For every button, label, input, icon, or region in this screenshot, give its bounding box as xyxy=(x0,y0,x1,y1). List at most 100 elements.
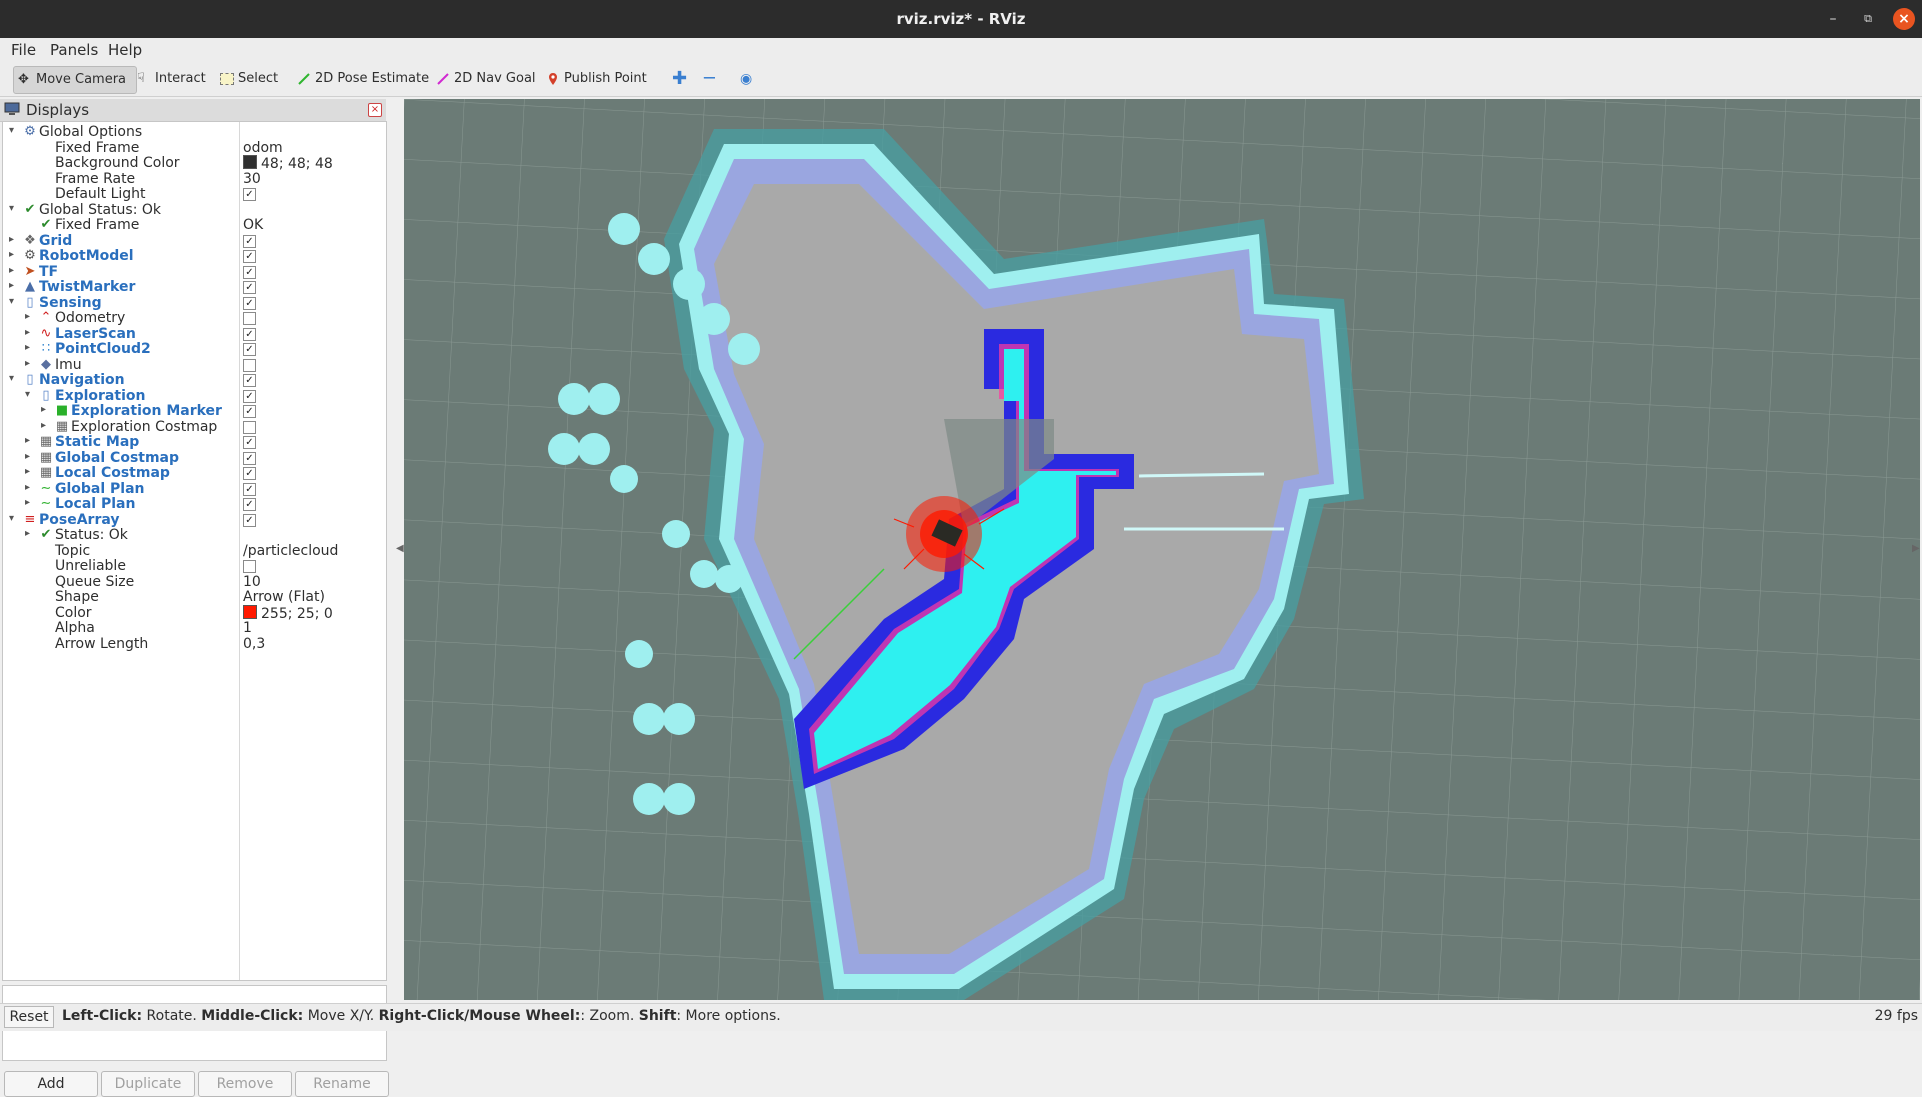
expand-closed-icon[interactable]: ▸ xyxy=(25,435,30,446)
interact-label: Interact xyxy=(155,71,206,86)
move-camera-icon: ✥ xyxy=(18,72,29,87)
visibility-checkbox[interactable]: ✓ xyxy=(243,374,256,387)
path-icon: ∼ xyxy=(40,496,52,511)
duplicate-button[interactable]: Duplicate xyxy=(101,1071,195,1097)
expand-closed-icon[interactable]: ▸ xyxy=(25,358,30,369)
nav-goal-button[interactable]: 2D Nav Goal xyxy=(432,66,540,92)
expand-closed-icon[interactable]: ▸ xyxy=(25,311,30,322)
folder-icon: ▯ xyxy=(26,372,34,387)
visibility-checkbox[interactable]: ✓ xyxy=(243,451,256,465)
expand-open-icon[interactable]: ▾ xyxy=(25,389,30,400)
visibility-checkbox[interactable]: ✓ xyxy=(243,327,256,341)
posearray-icon: ≡ xyxy=(24,511,36,527)
pose-estimate-button[interactable]: 2D Pose Estimate xyxy=(293,66,433,92)
expand-closed-icon[interactable]: ▸ xyxy=(25,482,30,493)
visibility-checkbox[interactable]: ✓ xyxy=(243,405,256,418)
expand-closed-icon[interactable]: ▸ xyxy=(25,342,30,353)
cloud-icon: ∷ xyxy=(41,341,51,356)
fps-counter: 29 fps xyxy=(1874,1008,1918,1024)
expand-closed-icon[interactable]: ▸ xyxy=(25,497,30,508)
interact-button[interactable]: ☟ Interact xyxy=(133,66,210,92)
minimize-icon[interactable]: – xyxy=(1822,8,1844,30)
color-swatch xyxy=(243,604,257,619)
expand-closed-icon[interactable]: ▸ xyxy=(9,265,14,276)
odom-icon: ⌃ xyxy=(40,310,52,325)
expand-closed-icon[interactable]: ▸ xyxy=(9,234,14,245)
collapse-left-icon[interactable]: ◀ xyxy=(396,543,404,554)
tree-row-value[interactable]: 0,3 xyxy=(243,636,265,652)
add-tool-icon[interactable]: ✚ xyxy=(668,66,691,92)
add-button[interactable]: Add xyxy=(4,1071,98,1097)
visibility-checkbox[interactable] xyxy=(243,560,256,573)
ok-icon: ✔ xyxy=(40,217,52,232)
visibility-checkbox[interactable]: ✓ xyxy=(243,234,256,248)
expand-open-icon[interactable]: ▾ xyxy=(9,125,14,136)
maximize-icon[interactable]: ⧉ xyxy=(1857,8,1879,30)
rename-button[interactable]: Rename xyxy=(295,1071,389,1097)
menu-file[interactable]: File xyxy=(11,41,36,59)
remove-tool-icon[interactable]: ─ xyxy=(700,66,719,92)
close-panel-icon[interactable]: × xyxy=(368,103,382,117)
displays-panel: Displays × ▾ ⚙ Global Options Fixed Frame od… xyxy=(0,99,389,1097)
move-camera-label: Move Camera xyxy=(36,72,127,87)
hint-key: Middle-Click: xyxy=(201,1008,304,1024)
visibility-checkbox[interactable]: ✓ xyxy=(243,343,256,356)
visibility-checkbox[interactable]: ✓ xyxy=(243,498,256,511)
close-icon[interactable]: × xyxy=(1893,8,1915,30)
menu-help[interactable]: Help xyxy=(108,41,142,59)
map-icon: ▦ xyxy=(39,434,53,449)
expand-closed-icon[interactable]: ▸ xyxy=(9,280,14,291)
expand-open-icon[interactable]: ▾ xyxy=(9,373,14,384)
hint-text: Rotate. xyxy=(142,1008,202,1024)
visibility-checkbox[interactable]: ✓ xyxy=(243,281,256,294)
expand-closed-icon[interactable]: ▸ xyxy=(25,466,30,477)
visibility-checkbox[interactable]: ✓ xyxy=(243,482,256,496)
expand-closed-icon[interactable]: ▸ xyxy=(25,327,30,338)
hint-key: Right-Click/Mouse Wheel: xyxy=(378,1008,581,1024)
move-camera-button[interactable]: ✥ Move Camera xyxy=(13,66,137,94)
collapse-right-icon[interactable]: ▶ xyxy=(1912,543,1920,554)
mouse-hint: Left-Click: Rotate. Middle-Click: Move X… xyxy=(62,1008,781,1024)
tree-row[interactable]: Arrow Length 0,3 xyxy=(3,635,386,654)
menu-panels[interactable]: Panels xyxy=(50,41,98,59)
visibility-checkbox[interactable]: ✓ xyxy=(243,296,256,310)
visibility-checkbox[interactable] xyxy=(243,312,256,325)
expand-open-icon[interactable]: ▾ xyxy=(9,513,14,524)
expand-closed-icon[interactable]: ▸ xyxy=(25,451,30,462)
publish-point-button[interactable]: Publish Point xyxy=(542,66,651,92)
camera-type-icon[interactable]: ◉ xyxy=(736,66,756,92)
status-bar: Reset Left-Click: Rotate. Middle-Click: … xyxy=(0,1003,1922,1031)
visibility-checkbox[interactable]: ✓ xyxy=(243,389,256,403)
reset-button[interactable]: Reset xyxy=(4,1006,54,1028)
render-view[interactable] xyxy=(404,99,1920,1000)
expand-closed-icon[interactable]: ▸ xyxy=(41,420,46,431)
expand-open-icon[interactable]: ▾ xyxy=(9,203,14,214)
visibility-checkbox[interactable] xyxy=(243,420,256,434)
imu-icon: ◆ xyxy=(41,356,51,372)
hint-key: Shift xyxy=(638,1008,677,1024)
toolbar: ✥ Move Camera ☟ Interact Select 2D Pose … xyxy=(0,62,1922,97)
hint-key: Left-Click: xyxy=(62,1008,143,1024)
displays-tree[interactable]: ▾ ⚙ Global Options Fixed Frame odom Backgroun… xyxy=(2,121,387,981)
expand-open-icon[interactable]: ▾ xyxy=(9,296,14,307)
marker-icon: ▲ xyxy=(25,279,35,294)
remove-button[interactable]: Remove xyxy=(198,1071,292,1097)
displays-dock-title: Displays × xyxy=(0,99,386,122)
expand-closed-icon[interactable]: ▸ xyxy=(9,249,14,260)
visibility-checkbox[interactable]: ✓ xyxy=(243,265,256,279)
visibility-checkbox[interactable]: ✓ xyxy=(243,436,256,449)
visibility-checkbox[interactable]: ✓ xyxy=(243,513,256,527)
nav-goal-label: 2D Nav Goal xyxy=(454,71,536,86)
visibility-checkbox[interactable] xyxy=(243,358,256,372)
select-button[interactable]: Select xyxy=(216,66,282,92)
expand-closed-icon[interactable]: ▸ xyxy=(41,404,46,415)
goal-arrow-magenta-icon xyxy=(437,73,449,85)
visibility-checkbox[interactable]: ✓ xyxy=(243,250,256,263)
visibility-checkbox[interactable]: ✓ xyxy=(243,467,256,480)
visibility-checkbox[interactable]: ✓ xyxy=(243,188,256,201)
hint-text: Move X/Y. xyxy=(303,1008,379,1024)
expand-closed-icon[interactable]: ▸ xyxy=(25,528,30,539)
hint-text: : Zoom. xyxy=(580,1008,639,1024)
laser-icon: ∿ xyxy=(40,325,52,341)
pose-arrow-green-icon xyxy=(298,73,310,85)
